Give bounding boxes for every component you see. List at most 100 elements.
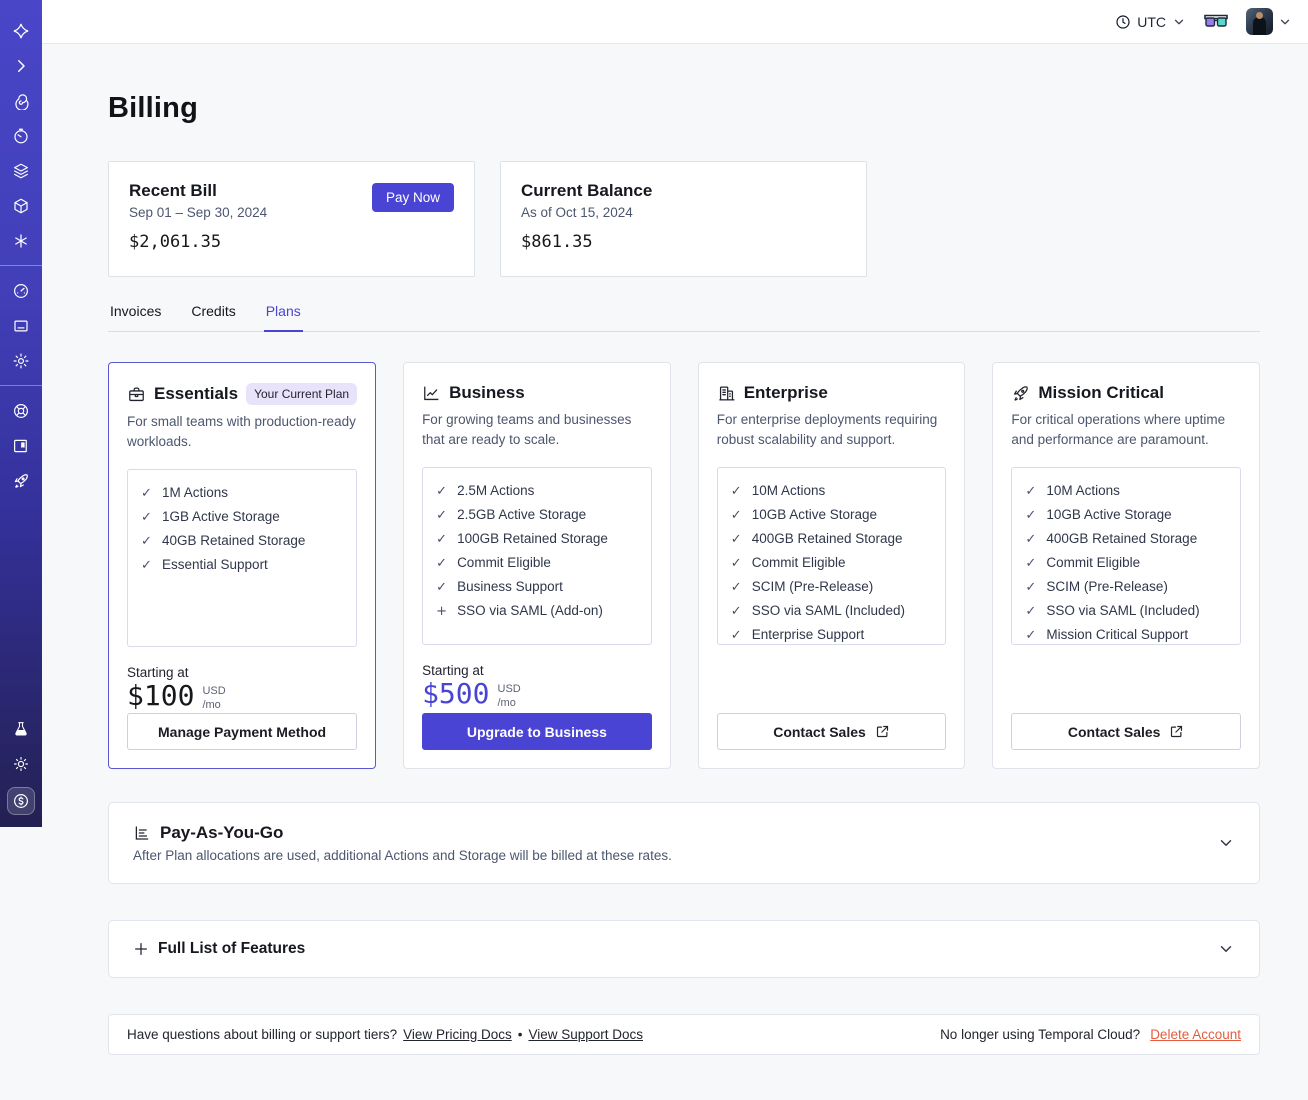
spiral-icon[interactable] — [12, 92, 30, 110]
chevron-right-icon[interactable] — [12, 57, 30, 75]
bar-chart-icon — [135, 826, 149, 840]
feature-mark-icon: ✓ — [1025, 531, 1037, 547]
view-pricing-docs-link[interactable]: View Pricing Docs — [403, 1027, 512, 1042]
feature-mark-icon: ✓ — [730, 579, 742, 595]
current-balance-card: Current Balance As of Oct 15, 2024 $861.… — [500, 161, 867, 277]
feature-mark-icon: ✓ — [1025, 507, 1037, 523]
pay-as-you-go-expander[interactable]: Pay-As-You-Go After Plan allocations are… — [108, 802, 1260, 884]
gear-icon[interactable] — [12, 352, 30, 370]
tab-credits[interactable]: Credits — [189, 303, 237, 331]
feature-mark-icon: ✓ — [730, 627, 742, 643]
feature-mark-icon: ✓ — [141, 557, 152, 573]
feature-mark-icon: ✓ — [1025, 555, 1037, 571]
sidebar-divider — [0, 265, 42, 266]
plan-feature: ✓ Enterprise Support — [731, 627, 933, 643]
payg-title: Pay-As-You-Go — [160, 823, 284, 842]
plan-feature: ✓ Commit Eligible — [436, 555, 638, 571]
chevron-down-icon — [1174, 19, 1184, 24]
plan-feature-list: ✓ 10M Actions ✓ 10GB Active Storage ✓ 40… — [716, 466, 947, 645]
feature-label: 10GB Active Storage — [1046, 506, 1172, 522]
full-features-expander[interactable]: Full List of Features — [108, 920, 1260, 978]
plan-feature: ✓ Business Support — [436, 579, 638, 595]
feature-label: SCIM (Pre-Release) — [1046, 578, 1168, 594]
feature-mark-icon: ✓ — [1025, 627, 1037, 643]
feature-mark-icon: ✓ — [730, 531, 742, 547]
plan-feature: ✓ SCIM (Pre-Release) — [731, 579, 933, 595]
feature-label: 10GB Active Storage — [751, 506, 878, 522]
manage-payment-method-button[interactable]: Manage Payment Method — [127, 713, 358, 750]
price-block: Starting at $100 USD /mo — [127, 665, 357, 713]
feature-label: 1GB Active Storage — [162, 508, 280, 524]
chevron-down-icon[interactable] — [1217, 834, 1235, 852]
feature-label: SCIM (Pre-Release) — [751, 578, 874, 594]
lifebuoy-icon[interactable] — [12, 402, 30, 420]
plan-feature-list: ✓ 2.5M Actions ✓ 2.5GB Active Storage ✓ … — [422, 466, 652, 645]
contact-sales-button[interactable]: Contact Sales — [716, 713, 947, 750]
feature-mark-icon: ✓ — [436, 531, 447, 547]
plan-feature: ✓ Commit Eligible — [1025, 555, 1227, 571]
feature-mark-icon: ✓ — [1025, 483, 1037, 499]
feature-mark-icon: ✓ — [436, 507, 447, 523]
briefcase-icon — [129, 387, 144, 401]
current-plan-badge: Your Current Plan — [246, 383, 358, 405]
plan-feature: ✓ 10M Actions — [1025, 483, 1227, 499]
plan-feature: ✓ SSO via SAML (Included) — [1025, 603, 1227, 619]
gauge-icon[interactable] — [12, 282, 30, 300]
feature-mark-icon: ✓ — [141, 509, 152, 525]
price-block: Starting at $500 USD /mo — [422, 663, 652, 711]
currency-label: USD — [497, 682, 521, 695]
plan-description: For critical operations where uptime and… — [1011, 412, 1226, 448]
plan-card-business: Business For growing teams and businesse… — [403, 362, 671, 769]
timezone-picker[interactable]: UTC — [1115, 14, 1186, 30]
plan-card-enterprise: Enterprise For enterprise deployments re… — [697, 362, 966, 769]
account-menu[interactable] — [1246, 8, 1292, 35]
contact-sales-button[interactable]: Contact Sales — [1011, 713, 1241, 750]
plan-name: Enterprise — [743, 383, 828, 402]
feature-mark-icon: + — [436, 603, 447, 619]
rocket-icon — [1014, 385, 1029, 401]
rocket-icon[interactable] — [12, 472, 30, 490]
temporal-logo-icon[interactable] — [12, 22, 30, 40]
delete-account-link[interactable]: Delete Account — [1150, 1027, 1241, 1042]
plan-feature: ✓ 2.5M Actions — [436, 483, 638, 499]
timer-icon[interactable] — [12, 127, 30, 145]
feature-label: SSO via SAML (Included) — [751, 602, 906, 618]
feature-label: 10M Actions — [751, 482, 826, 498]
book-icon[interactable] — [12, 437, 30, 455]
plan-feature: + SSO via SAML (Add-on) — [436, 603, 638, 619]
tab-invoices[interactable]: Invoices — [108, 303, 163, 331]
plan-feature: ✓ 40GB Retained Storage — [141, 533, 343, 549]
feature-label: Mission Critical Support — [1046, 626, 1189, 642]
upgrade-to-business-button[interactable]: Upgrade to Business — [422, 713, 652, 750]
plan-feature: ✓ 400GB Retained Storage — [731, 531, 933, 547]
tab-plans[interactable]: Plans — [263, 303, 303, 332]
sun-icon[interactable] — [12, 755, 30, 773]
feature-label: 40GB Retained Storage — [162, 532, 306, 548]
plan-feature: ✓ 10M Actions — [731, 483, 933, 499]
theme-glasses-button[interactable] — [1204, 14, 1228, 29]
view-support-docs-link[interactable]: View Support Docs — [528, 1027, 643, 1042]
feature-label: Essential Support — [162, 556, 268, 572]
sidebar-item-billing-active[interactable] — [7, 787, 35, 815]
feature-label: 100GB Retained Storage — [457, 530, 608, 546]
feature-mark-icon: ✓ — [1025, 579, 1037, 595]
flask-icon[interactable] — [12, 720, 30, 738]
plan-name: Essentials — [154, 384, 239, 403]
cube-icon[interactable] — [12, 197, 30, 215]
footer-bar: Have questions about billing or support … — [108, 1014, 1260, 1055]
feature-label: 2.5GB Active Storage — [457, 506, 587, 522]
plan-feature: ✓ Mission Critical Support — [1025, 627, 1227, 643]
feature-label: Enterprise Support — [751, 626, 865, 642]
invoice-icon[interactable] — [12, 317, 30, 335]
recent-bill-amount: $2,061.35 — [129, 232, 222, 252]
pay-now-button[interactable]: Pay Now — [371, 183, 454, 212]
feature-mark-icon: ✓ — [1025, 603, 1037, 619]
layers-icon[interactable] — [12, 162, 30, 180]
plan-name: Business — [449, 383, 525, 402]
plan-price: $100 — [127, 678, 195, 712]
feature-mark-icon: ✓ — [141, 533, 152, 549]
plan-feature-list: ✓ 10M Actions ✓ 10GB Active Storage ✓ 40… — [1011, 466, 1241, 645]
feature-mark-icon: ✓ — [730, 555, 742, 571]
chevron-down-icon[interactable] — [1217, 940, 1235, 958]
asterisk-icon[interactable] — [12, 232, 30, 250]
